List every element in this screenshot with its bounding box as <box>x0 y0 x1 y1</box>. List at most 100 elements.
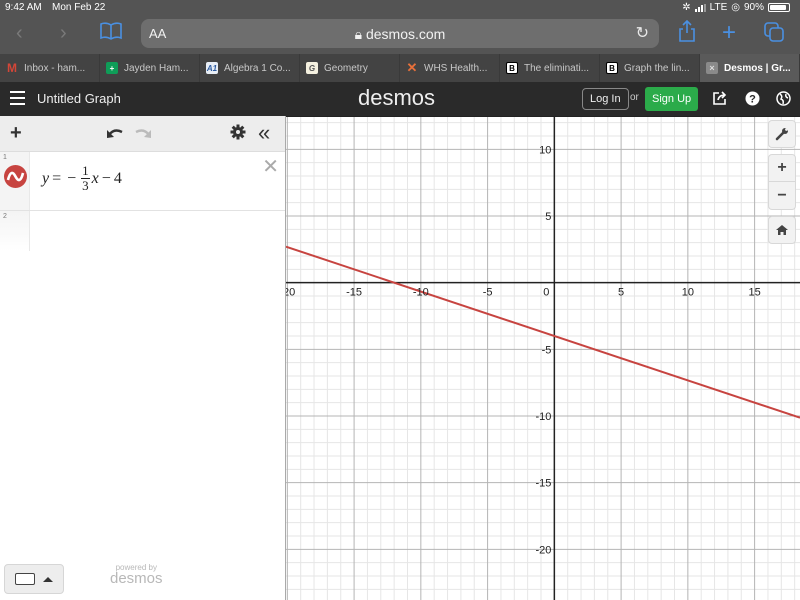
browser-tab[interactable]: B The eliminati... <box>500 54 600 82</box>
browser-tab[interactable]: ✕ WHS Health... <box>400 54 500 82</box>
svg-text:?: ? <box>749 93 756 105</box>
graph-title[interactable]: Untitled Graph <box>37 91 121 106</box>
expression-toolbar: + « <box>0 116 285 152</box>
expression-math[interactable]: y = − 1 3 x − 4 <box>42 164 122 193</box>
graph-settings-wrench-icon[interactable] <box>768 120 796 148</box>
status-right: ✲ LTE ◎ 90% <box>682 2 790 13</box>
menu-icon[interactable] <box>10 91 25 105</box>
fraction-numerator: 1 <box>81 163 90 179</box>
zoom-in-icon[interactable]: + <box>768 154 796 182</box>
language-globe-icon[interactable] <box>775 90 791 106</box>
battery-label: 90% <box>743 2 764 13</box>
tab-title: Desmos | Gr... <box>724 62 791 74</box>
browser-tab[interactable]: A1 Algebra 1 Co... <box>200 54 300 82</box>
sheets-icon: + <box>106 62 118 74</box>
x-tick-label: -5 <box>483 287 493 299</box>
tabs-overview-icon[interactable] <box>764 22 784 48</box>
url-label: desmos.com <box>365 26 446 42</box>
redo-icon[interactable] <box>134 123 152 145</box>
bookmarks-icon[interactable] <box>100 21 122 47</box>
expression-index: 2 <box>3 213 7 220</box>
x-tick-label: 5 <box>618 287 624 299</box>
powered-by-desmos[interactable]: powered by desmos <box>110 563 163 586</box>
tab-title: Geometry <box>324 62 368 74</box>
browser-tab[interactable]: M Inbox - ham... <box>0 54 100 82</box>
add-item-icon[interactable]: + <box>10 122 22 144</box>
x-tick-label: -20 <box>286 287 295 299</box>
math-constant: 4 <box>113 169 122 187</box>
share-icon[interactable] <box>678 19 696 48</box>
math-fraction: 1 3 <box>81 164 90 193</box>
tab-title: Jayden Ham... <box>124 62 189 74</box>
y-tick-label: 5 <box>545 211 551 223</box>
expression-item-empty[interactable]: 2 <box>0 211 285 251</box>
y-tick-label: -15 <box>535 478 551 490</box>
y-tick-label: -10 <box>535 411 551 423</box>
lock-icon: 🔒︎ <box>354 26 363 42</box>
expression-panel: + « 1 y = − 1 3 x − 4 ✕ 2 powered by des… <box>0 116 286 600</box>
algebra-icon: A1 <box>206 62 218 74</box>
back-icon[interactable]: ‹ <box>16 22 23 45</box>
new-tab-icon[interactable]: + <box>722 19 736 47</box>
math-lhs: y <box>42 169 50 187</box>
activity-icon: ✲ <box>682 2 691 13</box>
graph-canvas[interactable]: -20 -15 -10 -5 0 5 10 15 10 5 -5 -10 -15 -20 <box>286 116 800 600</box>
signal-icon <box>694 3 706 12</box>
x-tick-label: 0 <box>543 287 549 299</box>
expression-index: 1 <box>3 154 7 161</box>
y-tick-label: -5 <box>542 344 552 356</box>
url-text: 🔒︎ desmos.com <box>141 26 659 43</box>
fraction-denominator: 3 <box>82 178 89 193</box>
signup-button[interactable]: Sign Up <box>645 87 699 111</box>
reload-icon[interactable]: ↻ <box>636 23 649 43</box>
battery-icon <box>768 3 790 12</box>
expression-gutter: 2 <box>0 211 30 251</box>
x-tick-label: 15 <box>748 287 760 299</box>
close-tab-icon[interactable]: × <box>706 62 718 74</box>
browser-tab-bar: M Inbox - ham... + Jayden Ham... A1 Alge… <box>0 54 800 82</box>
x-tick-label: -15 <box>346 287 362 299</box>
browser-toolbar: ‹ › AA 🔒︎ desmos.com ↻ + <box>0 16 800 54</box>
status-bar: 9:42 AM Mon Feb 22 ✲ LTE ◎ 90% <box>0 0 800 16</box>
math-operator: − <box>101 169 111 187</box>
gmail-icon: M <box>7 61 17 75</box>
expression-item[interactable]: 1 y = − 1 3 x − 4 ✕ <box>0 152 285 211</box>
keyboard-icon <box>15 573 35 585</box>
powered-by-brand: desmos <box>110 570 163 587</box>
y-tick-label: -20 <box>535 544 551 556</box>
math-variable: x <box>91 169 99 187</box>
tab-title: The eliminati... <box>524 62 590 74</box>
login-button[interactable]: Log In <box>582 88 629 110</box>
share-graph-icon[interactable] <box>712 90 728 106</box>
graph-controls: + − <box>768 120 796 244</box>
math-equals: = <box>52 169 62 187</box>
x-tick-label: -10 <box>413 287 429 299</box>
address-bar[interactable]: AA 🔒︎ desmos.com ↻ <box>141 19 659 48</box>
series-line <box>286 245 800 419</box>
brainly-icon: B <box>606 62 618 74</box>
browser-tab[interactable]: + Jayden Ham... <box>100 54 200 82</box>
battery-fill <box>770 5 787 10</box>
zoom-out-icon[interactable]: − <box>768 182 796 210</box>
status-date: Mon Feb 22 <box>52 2 106 13</box>
geometry-icon: G <box>306 62 318 74</box>
browser-tab[interactable]: B Graph the lin... <box>600 54 700 82</box>
graph-paper[interactable]: -20 -15 -10 -5 0 5 10 15 10 5 -5 -10 -15 -20 + − <box>286 116 800 600</box>
settings-gear-icon[interactable] <box>230 123 246 145</box>
delete-expression-icon[interactable]: ✕ <box>262 154 279 179</box>
keyboard-toggle-button[interactable] <box>4 564 64 594</box>
x-tick-label: 10 <box>682 287 694 299</box>
tab-title: WHS Health... <box>424 62 488 74</box>
browser-tab-active[interactable]: × Desmos | Gr... <box>700 54 800 82</box>
graph-color-toggle-icon[interactable] <box>4 165 27 188</box>
forward-icon[interactable]: › <box>60 22 67 45</box>
tab-title: Algebra 1 Co... <box>224 62 291 74</box>
health-icon: ✕ <box>406 60 418 75</box>
collapse-panel-icon[interactable]: « <box>258 122 270 144</box>
browser-tab[interactable]: G Geometry <box>300 54 400 82</box>
or-label: or <box>630 92 639 103</box>
help-icon[interactable]: ? <box>744 90 760 106</box>
orientation-lock-icon: ◎ <box>731 2 740 13</box>
default-view-home-icon[interactable] <box>768 216 796 244</box>
undo-icon[interactable] <box>106 123 124 145</box>
